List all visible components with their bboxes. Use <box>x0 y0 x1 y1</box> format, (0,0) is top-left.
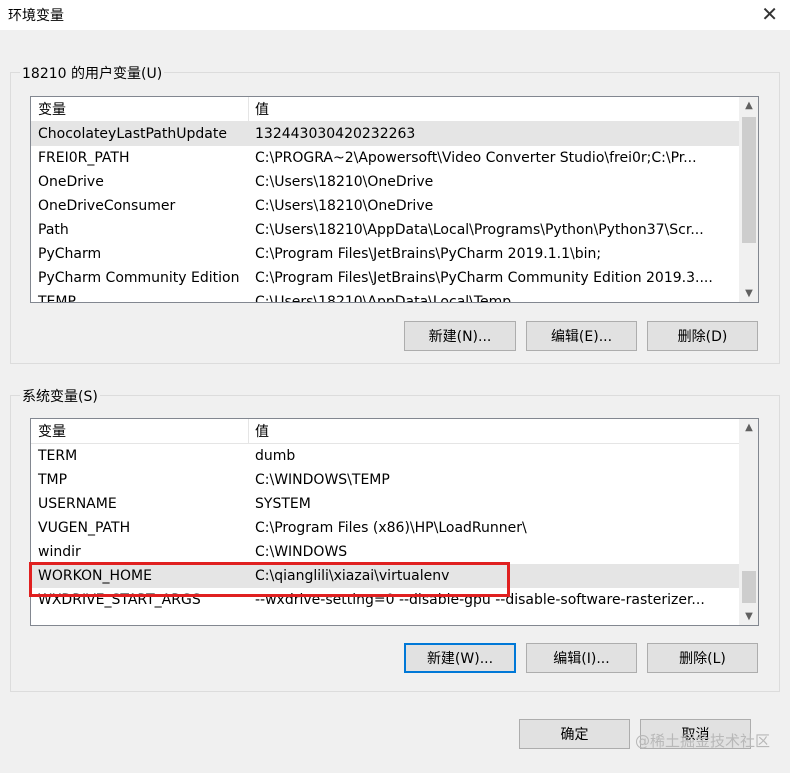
variable-name: TEMP <box>38 294 76 302</box>
variable-name: TMP <box>38 472 68 488</box>
variable-value: C:\Users\18210\OneDrive <box>255 198 434 214</box>
table-row[interactable]: WORKON_HOME C:\qianglili\xiazai\virtualen… <box>31 564 740 588</box>
variable-name: VUGEN_PATH <box>38 520 131 536</box>
variable-name: FREI0R_PATH <box>38 150 130 166</box>
table-row[interactable]: TMP C:\WINDOWS\TEMP <box>31 468 740 492</box>
user-list-scrollbar[interactable]: ▲ ▼ <box>739 97 758 302</box>
scroll-up-icon[interactable]: ▲ <box>740 97 758 114</box>
system-edit-button[interactable]: 编辑(I)... <box>526 643 637 673</box>
table-row[interactable]: Path C:\Users\18210\AppData\Local\Program… <box>31 218 740 242</box>
variable-name: windir <box>38 544 81 560</box>
scroll-up-icon[interactable]: ▲ <box>740 419 758 436</box>
variable-name: PyCharm <box>38 246 102 262</box>
list-header: 变量 值 <box>31 419 740 444</box>
variable-value: C:\WINDOWS <box>255 544 348 560</box>
table-row[interactable]: OneDriveConsumer C:\Users\18210\OneDrive <box>31 194 740 218</box>
table-row[interactable]: OneDrive C:\Users\18210\OneDrive <box>31 170 740 194</box>
column-header-variable[interactable]: 变量 <box>31 97 249 121</box>
table-row[interactable]: TEMP C:\Users\18210\AppData\Local\Temp <box>31 290 740 302</box>
variable-value: C:\Program Files\JetBrains\PyCharm 2019.… <box>255 246 602 262</box>
variable-value: C:\qianglili\xiazai\virtualenv <box>255 568 450 584</box>
title-bar: 环境变量 ✕ <box>0 0 790 30</box>
variable-name: PyCharm Community Edition <box>38 270 240 286</box>
scroll-down-icon[interactable]: ▼ <box>740 285 758 302</box>
variable-name: OneDriveConsumer <box>38 198 176 214</box>
table-row[interactable]: TERM dumb <box>31 444 740 468</box>
variable-name: WXDRIVE_START_ARGS <box>38 592 201 608</box>
scroll-thumb[interactable] <box>742 571 756 603</box>
ok-button[interactable]: 确定 <box>519 719 630 749</box>
user-new-button[interactable]: 新建(N)... <box>404 321 516 351</box>
variable-name: ChocolateyLastPathUpdate <box>38 126 227 142</box>
system-list-scrollbar[interactable]: ▲ ▼ <box>739 419 758 625</box>
variable-value: C:\Program Files (x86)\HP\LoadRunner\ <box>255 520 527 536</box>
system-variables-rows: TERM dumb TMP C:\WINDOWS\TEMP USERNAME SYSTEM… <box>31 444 740 625</box>
variable-value: SYSTEM <box>255 496 311 512</box>
user-variables-label: 18210 的用户变量(U) <box>20 63 165 83</box>
user-delete-button[interactable]: 删除(D) <box>647 321 758 351</box>
variable-value: C:\Users\18210\AppData\Local\Programs\Py… <box>255 222 704 238</box>
variable-value: C:\PROGRA~2\Apowersoft\Video Converter S… <box>255 150 697 166</box>
column-header-value[interactable]: 值 <box>248 97 269 121</box>
variable-value: C:\WINDOWS\TEMP <box>255 472 390 488</box>
variable-value: --wxdrive-setting=0 --disable-gpu --disa… <box>255 592 705 608</box>
scroll-down-icon[interactable]: ▼ <box>740 608 758 625</box>
list-header: 变量 值 <box>31 97 740 122</box>
table-row[interactable]: FREI0R_PATH C:\PROGRA~2\Apowersoft\Video … <box>31 146 740 170</box>
table-row[interactable]: PyCharm C:\Program Files\JetBrains\PyChar… <box>31 242 740 266</box>
system-new-button[interactable]: 新建(W)... <box>404 643 516 673</box>
variable-value: C:\Program Files\JetBrains\PyCharm Commu… <box>255 270 713 286</box>
variable-name: OneDrive <box>38 174 104 190</box>
variable-value: C:\Users\18210\OneDrive <box>255 174 434 190</box>
table-row[interactable]: windir C:\WINDOWS <box>31 540 740 564</box>
variable-name: Path <box>38 222 69 238</box>
table-row[interactable]: PyCharm Community Edition C:\Program File… <box>31 266 740 290</box>
system-variables-label: 系统变量(S) <box>20 386 100 406</box>
column-header-variable[interactable]: 变量 <box>31 419 249 443</box>
variable-name: TERM <box>38 448 78 464</box>
scroll-thumb[interactable] <box>742 117 756 243</box>
window-title: 环境变量 <box>8 8 64 24</box>
column-header-value[interactable]: 值 <box>248 419 269 443</box>
table-row[interactable]: WXDRIVE_START_ARGS --wxdrive-setting=0 --… <box>31 588 740 612</box>
user-variables-rows: ChocolateyLastPathUpdate 1324430304202322… <box>31 122 740 302</box>
variable-value: dumb <box>255 448 296 464</box>
system-variables-list[interactable]: 变量 值 TERM dumb TMP C:\WINDOWS\TEMP USERNAME S… <box>30 418 759 626</box>
system-delete-button[interactable]: 删除(L) <box>647 643 758 673</box>
variable-name: WORKON_HOME <box>38 568 152 584</box>
user-variables-list[interactable]: 变量 值 ChocolateyLastPathUpdate 13244303042… <box>30 96 759 303</box>
watermark: @稀土掘金技术社区 <box>634 732 770 750</box>
variable-name: USERNAME <box>38 496 117 512</box>
user-edit-button[interactable]: 编辑(E)... <box>526 321 637 351</box>
close-icon[interactable]: ✕ <box>761 2 778 26</box>
table-row[interactable]: USERNAME SYSTEM <box>31 492 740 516</box>
table-row[interactable]: VUGEN_PATH C:\Program Files (x86)\HP\Load… <box>31 516 740 540</box>
variable-value: C:\Users\18210\AppData\Local\Temp <box>255 294 512 302</box>
variable-value: 132443030420232263 <box>255 126 416 142</box>
table-row[interactable]: ChocolateyLastPathUpdate 1324430304202322… <box>31 122 740 146</box>
